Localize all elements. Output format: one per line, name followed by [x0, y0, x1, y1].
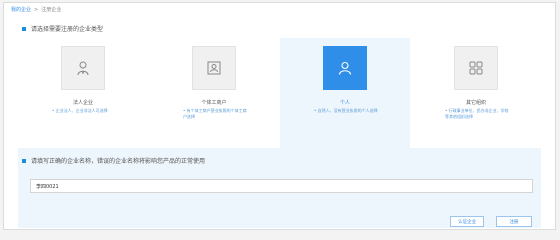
card-desc: 行政事业单位、民办非企业、学校等其他组织选择: [445, 108, 509, 120]
section-title-type: 请选择需要注册的企业类型: [22, 24, 103, 33]
person-badge-icon: [61, 46, 105, 90]
entity-type-cards: 法人企业 企业法人、企业非法人可选择 个体工商户 有个体工商户营业执照的个体工商…: [18, 38, 541, 148]
breadcrumb-separator: >: [34, 6, 39, 13]
section-title-type-text: 请选择需要注册的企业类型: [31, 26, 104, 33]
breadcrumb: 我的企业 > 注册企业: [11, 6, 62, 14]
section-marker: [22, 158, 26, 163]
certify-company-button[interactable]: 认证企业: [450, 216, 484, 227]
section-marker: [22, 26, 26, 31]
card-name: 个体工商户: [201, 100, 227, 106]
card-desc: 自然人，没有营业执照的个人选择: [314, 108, 378, 114]
grid-icon: [454, 46, 498, 90]
breadcrumb-home-link[interactable]: 我的企业: [11, 6, 31, 13]
breadcrumb-current: 注册企业: [41, 7, 62, 13]
card-desc: 有个体工商户营业执照的个体工商户选择: [183, 108, 247, 120]
user-icon: [323, 46, 367, 90]
register-button[interactable]: 注册: [496, 216, 532, 227]
card-other-org[interactable]: 其它组织 行政事业单位、民办非企业、学校等其他组织选择: [411, 38, 541, 148]
portrait-icon: [192, 46, 236, 90]
card-legal-entity[interactable]: 法人企业 企业法人、企业非法人可选择: [18, 38, 148, 148]
card-name: 其它组织: [465, 100, 486, 106]
section-title-name-text: 请填写正确的企业名称，错误的企业名称将影响您产品的正常使用: [31, 158, 206, 165]
card-name: 个人: [339, 100, 350, 106]
card-name: 法人企业: [72, 100, 93, 106]
company-name-input[interactable]: [30, 179, 533, 193]
section-title-name: 请填写正确的企业名称，错误的企业名称将影响您产品的正常使用: [22, 156, 205, 165]
card-personal[interactable]: 个人 自然人，没有营业执照的个人选择: [280, 38, 410, 148]
card-individual-business[interactable]: 个体工商户 有个体工商户营业执照的个体工商户选择: [149, 38, 279, 148]
card-desc: 企业法人、企业非法人可选择: [52, 108, 116, 114]
